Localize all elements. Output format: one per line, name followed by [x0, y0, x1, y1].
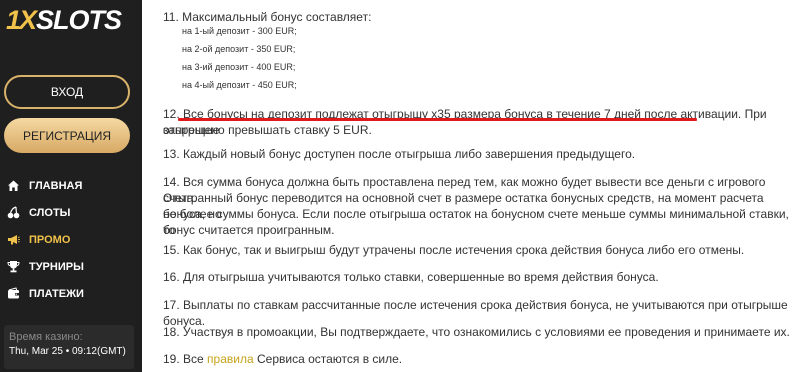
casino-time-label: Время казино: — [9, 331, 83, 343]
casino-time-value: Thu, Mar 25 • 09:12(GMT) — [9, 346, 126, 357]
sidebar-item-label: ПЛАТЕЖИ — [29, 287, 84, 300]
register-button[interactable]: РЕГИСТРАЦИЯ — [4, 118, 130, 153]
rule-19-suffix: Сервиса остаются в силе. — [253, 352, 403, 366]
logo[interactable]: 1X SLOTS — [6, 5, 122, 35]
rules-content: 11. Максимальный бонус составляет: на 1-… — [142, 0, 800, 372]
rule-19-prefix: 19. Все — [163, 352, 208, 366]
rule-11-item: на 1-ый депозит - 300 EUR; — [182, 26, 297, 36]
rule-11-item: на 4-ый депозит - 450 EUR; — [182, 80, 297, 90]
sidebar-item-label: ПРОМО — [29, 233, 71, 246]
rule-18: 18. Участвуя в промоакции, Вы подтвержда… — [163, 325, 790, 339]
rules-link[interactable]: правила — [207, 352, 254, 366]
sidebar-item-home[interactable]: ГЛАВНАЯ — [0, 172, 142, 199]
rule-13: 13. Каждый новый бонус доступен после от… — [163, 147, 636, 161]
sidebar-item-slots[interactable]: СЛОТЫ — [0, 199, 142, 226]
sidebar: 1X SLOTS ВХОД РЕГИСТРАЦИЯ ГЛАВНАЯ СЛОТЫ … — [0, 0, 142, 372]
sidebar-item-label: ГЛАВНАЯ — [29, 179, 83, 192]
rule-16: 16. Для отыгрыша учитываются только став… — [163, 270, 659, 284]
sidebar-item-promo[interactable]: ПРОМО — [0, 226, 142, 253]
wallet-icon — [6, 287, 20, 301]
sidebar-item-tournaments[interactable]: ТУРНИРЫ — [0, 253, 142, 280]
rule-19: 19. Все правила Сервиса остаются в силе. — [163, 351, 792, 367]
rule-14-line: бонус считается проигранным. — [163, 223, 335, 237]
logo-suffix: SLOTS — [36, 5, 122, 35]
rule-12-line: запрещено превышать ставку 5 EUR. — [163, 123, 372, 137]
home-icon — [6, 179, 20, 193]
red-underline — [178, 118, 697, 121]
casino-time-box: Время казино: Thu, Mar 25 • 09:12(GMT) — [4, 325, 134, 369]
sidebar-item-payments[interactable]: ПЛАТЕЖИ — [0, 280, 142, 307]
megaphone-icon — [6, 233, 20, 247]
sidebar-nav: ГЛАВНАЯ СЛОТЫ ПРОМО ТУРНИРЫ ПЛАТЕЖИ — [0, 172, 142, 307]
rule-11-item: на 3-ий депозит - 400 EUR; — [182, 62, 296, 72]
sidebar-item-label: ТУРНИРЫ — [29, 260, 84, 273]
rule-11-title: 11. Максимальный бонус составляет: — [163, 10, 372, 24]
sidebar-item-label: СЛОТЫ — [29, 206, 71, 219]
cherries-icon — [6, 206, 20, 220]
rule-11-item: на 2-ой депозит - 350 EUR; — [182, 44, 296, 54]
trophy-icon — [6, 260, 20, 274]
login-button[interactable]: ВХОД — [4, 75, 130, 109]
logo-prefix: 1X — [6, 5, 37, 35]
rule-15: 15. Как бонус, так и выигрыш будут утрач… — [163, 243, 745, 257]
